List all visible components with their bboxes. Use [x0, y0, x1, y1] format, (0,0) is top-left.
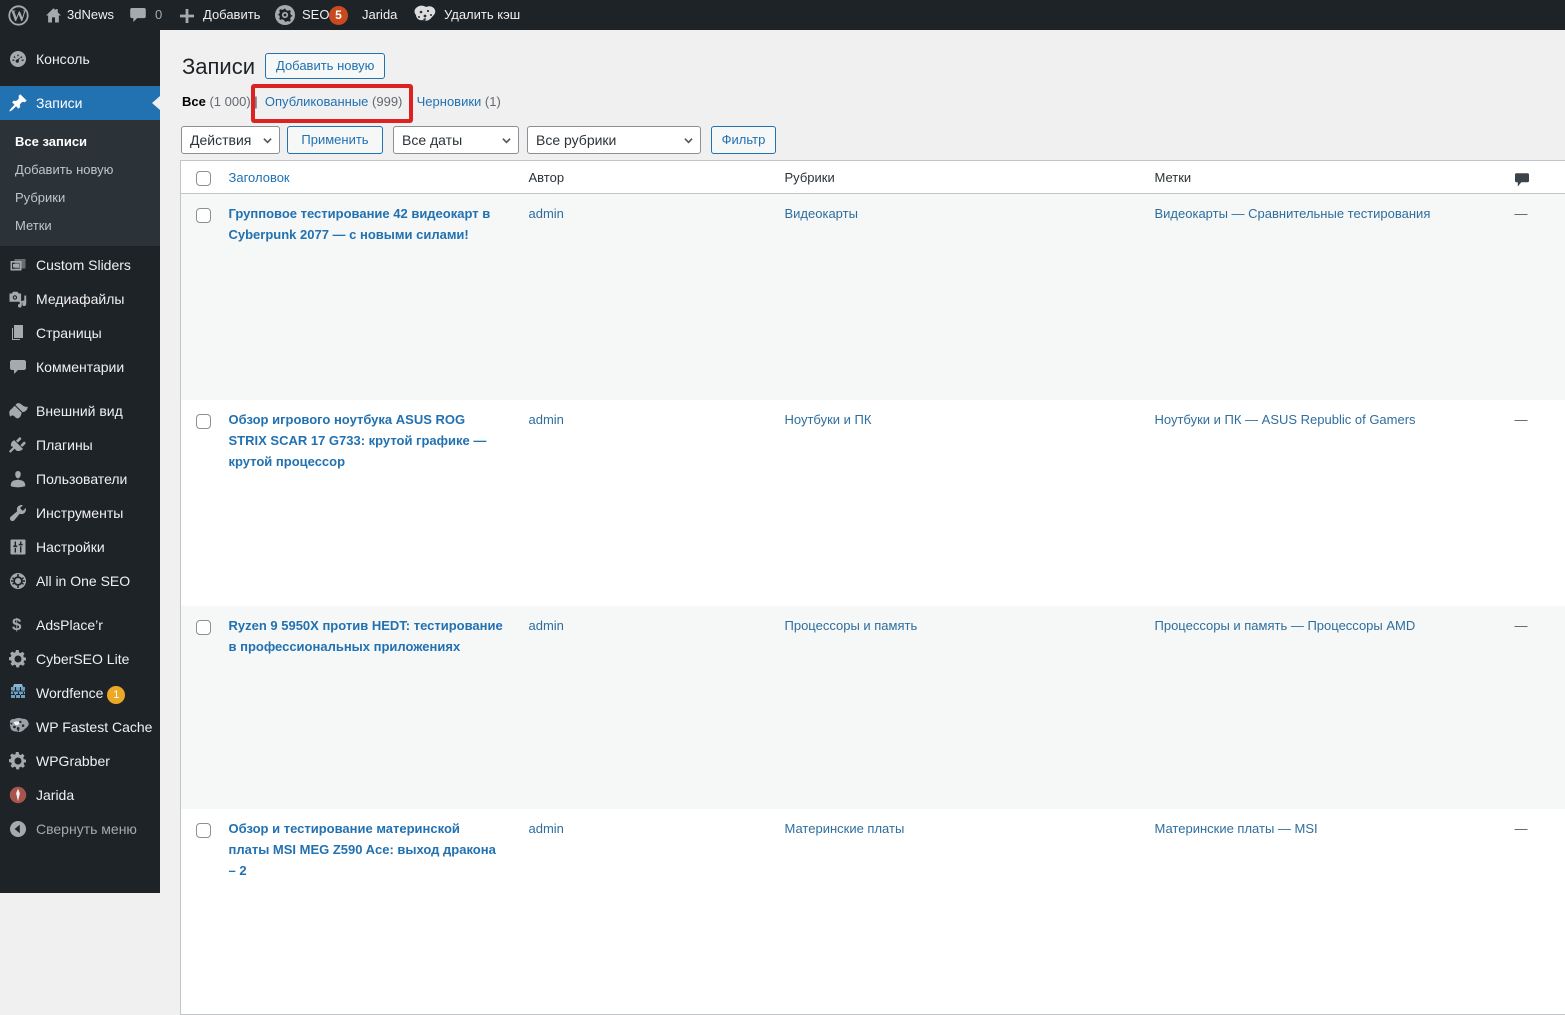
svg-text:W: W: [11, 8, 27, 25]
